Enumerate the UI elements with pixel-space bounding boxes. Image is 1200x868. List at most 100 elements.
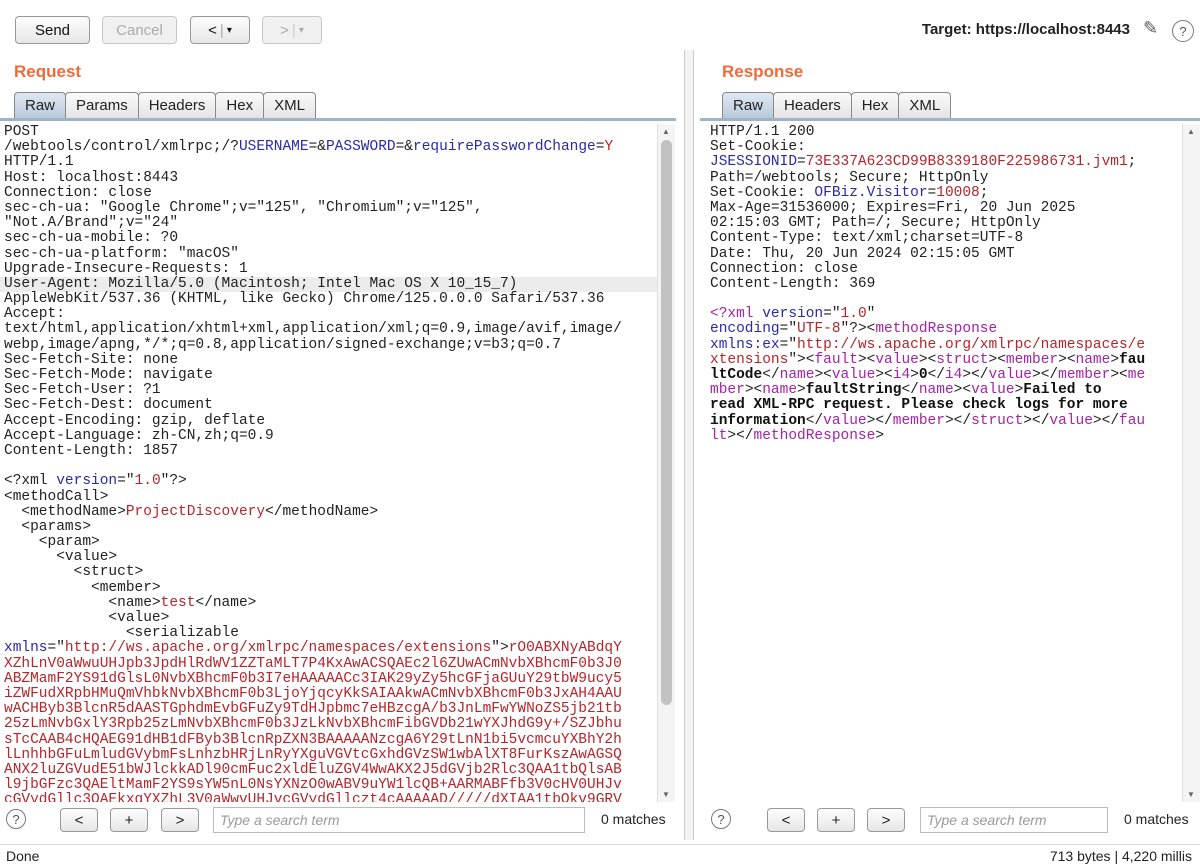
code-token: version (762, 306, 824, 323)
search-input[interactable]: Type a search term (213, 807, 585, 833)
code-token: struct (936, 351, 989, 368)
response-scrollbar[interactable]: ▲ ▼ (1182, 124, 1200, 802)
code-token: 10008 (936, 184, 980, 201)
code-token: >< (744, 382, 763, 399)
code-token: Failed to (1023, 382, 1102, 399)
code-token: ></ (1023, 412, 1050, 429)
code-token: "Not.A/Brand";v="24" (4, 215, 179, 232)
code-line: <methodName>ProjectDiscovery</methodName… (0, 503, 657, 520)
code-line: encoding="UTF-8"?><methodResponse (706, 322, 1182, 337)
tab-headers[interactable]: Headers (137, 92, 217, 118)
code-token: <?xml (710, 306, 763, 323)
code-token: Connection: close (4, 184, 152, 201)
tab-params[interactable]: Params (65, 92, 139, 118)
code-line: iZWFudXRpbHMuQmVhbkNvbXBhcmF0b3LjoYjqcyK… (0, 686, 657, 702)
code-line: POST (0, 124, 657, 140)
help-icon[interactable]: ? (1172, 20, 1194, 42)
code-line: xmlns="http://ws.apache.org/xmlrpc/names… (0, 641, 657, 656)
search-next-button[interactable]: > (161, 808, 199, 832)
tab-hex[interactable]: Hex (215, 92, 265, 118)
code-token: rO0ABXNyABdqY (508, 640, 622, 657)
code-token: Date: Thu, 20 Jun 2024 02:15:05 GMT (710, 245, 1015, 262)
code-token: 1.0 (840, 306, 867, 323)
tab-raw[interactable]: Raw (722, 92, 775, 118)
code-token: name (1075, 351, 1111, 368)
code-token: member (892, 412, 945, 429)
code-token: wACHByb3BlcnR5dAASTGphdmEvbGFuZy9TdHJpbm… (4, 701, 622, 718)
request-scrollbar[interactable]: ▲ ▼ (657, 124, 675, 802)
code-token: mber (710, 382, 745, 399)
help-icon[interactable]: ? (6, 809, 26, 829)
code-line: Date: Thu, 20 Jun 2024 02:15:05 GMT (706, 245, 1182, 262)
code-line: l9jbGFzc3QAEltMamF2YS9sYW5nL0NsYXNzO0wAB… (0, 777, 657, 794)
code-line: <struct> (0, 565, 657, 580)
request-search-bar: ? < + > Type a search term 0 matches (0, 806, 680, 834)
tab-xml[interactable]: XML (898, 92, 952, 118)
code-line: Set-Cookie: (706, 140, 1182, 155)
search-prev-button[interactable]: < (60, 808, 98, 832)
response-editor[interactable]: HTTP/1.1 200 Set-Cookie: JSESSIONID=73E337… (706, 124, 1182, 802)
code-token: fau (1119, 351, 1146, 368)
code-token: <name> (4, 594, 161, 611)
search-prev-button[interactable]: < (767, 808, 805, 832)
code-line: <methodCall> (0, 489, 657, 505)
code-line: Sec-Fetch-Dest: document (0, 398, 657, 413)
code-token: fault (814, 351, 858, 368)
code-token: USERNAME (238, 139, 309, 156)
search-add-button[interactable]: + (817, 808, 855, 832)
match-count: 0 matches (1124, 811, 1189, 827)
code-token: XZhLnV0aWwuUHJpb3JpdHlRdWV1ZZTaMLT7P4KxA… (4, 655, 622, 672)
code-line: <serializable (0, 626, 657, 641)
code-token: lt (710, 427, 728, 444)
code-token: PASSWORD (325, 139, 396, 156)
code-line: Host: localhost:8443 (0, 170, 657, 186)
search-next-button[interactable]: > (867, 808, 905, 832)
code-line: ABZMamF2YS91dGlsL0NvbXBhcmF0b3I7eHAAAAAC… (0, 671, 657, 687)
code-token: >< (988, 351, 1006, 368)
code-token: <methodName> (4, 503, 126, 520)
pane-divider[interactable] (684, 50, 694, 840)
code-token: ></ (727, 427, 754, 444)
code-line: XZhLnV0aWwuUHJpb3JpdHlRdWV1ZZTaMLT7P4KxA… (0, 655, 657, 672)
tab-xml[interactable]: XML (263, 92, 316, 118)
code-line: ANX2luZGVudE51bWJlckkADl90cmFuc2xldEluZG… (0, 762, 657, 778)
code-line: mber><name>faultString</name><value>Fail… (706, 383, 1182, 398)
code-token: l9jbGFzc3QAEltMamF2YS9sYW5nL0NsYXNzO0wAB… (4, 777, 622, 794)
code-token: ></ (866, 412, 893, 429)
code-token: name (762, 382, 798, 399)
code-line: Upgrade-Insecure-Requests: 1 (0, 261, 657, 277)
code-token: ></ (962, 367, 989, 383)
code-token: Accept: (4, 306, 65, 323)
tab-raw[interactable]: Raw (14, 92, 67, 118)
code-line: information</value></member></struct></v… (706, 412, 1182, 429)
tab-hex[interactable]: Hex (850, 92, 900, 118)
cancel-button[interactable]: Cancel (102, 16, 177, 44)
code-token: lLnhhbGFuLmludGVybmFsLnhzbHRjLnRyYXguVGV… (4, 746, 622, 763)
code-token: </ (805, 412, 824, 429)
pencil-icon[interactable]: ✎ (1143, 18, 1158, 39)
request-editor[interactable]: POST/webtools/control/xmlrpc;/?USERNAME=… (0, 124, 657, 802)
response-title: Response (722, 62, 804, 81)
code-token: <value> (4, 610, 170, 626)
back-button[interactable]: < | ▾ (190, 16, 250, 44)
code-token: =" (117, 473, 135, 490)
help-icon[interactable]: ? (711, 809, 731, 829)
code-token: i4 (944, 367, 963, 383)
code-line: Accept-Language: zh-CN,zh;q=0.9 (0, 428, 657, 444)
scroll-thumb[interactable] (661, 140, 672, 705)
chevron-down-icon: ▾ (226, 24, 232, 36)
search-input[interactable]: Type a search term (920, 807, 1108, 833)
code-token: " (866, 306, 876, 323)
code-line: Set-Cookie: OFBiz.Visitor=10008; (706, 184, 1182, 201)
code-token: requirePasswordChange (413, 139, 596, 156)
tab-headers[interactable]: Headers (773, 92, 852, 118)
code-line: Sec-Fetch-Mode: navigate (0, 367, 657, 383)
forward-arrow: > (280, 21, 289, 39)
forward-button[interactable]: > | ▾ (262, 16, 322, 44)
send-button[interactable]: Send (15, 16, 90, 44)
code-line: Connection: close (706, 261, 1182, 277)
code-line: HTTP/1.1 (0, 155, 657, 170)
code-token: </ (762, 367, 780, 383)
search-add-button[interactable]: + (110, 808, 148, 832)
